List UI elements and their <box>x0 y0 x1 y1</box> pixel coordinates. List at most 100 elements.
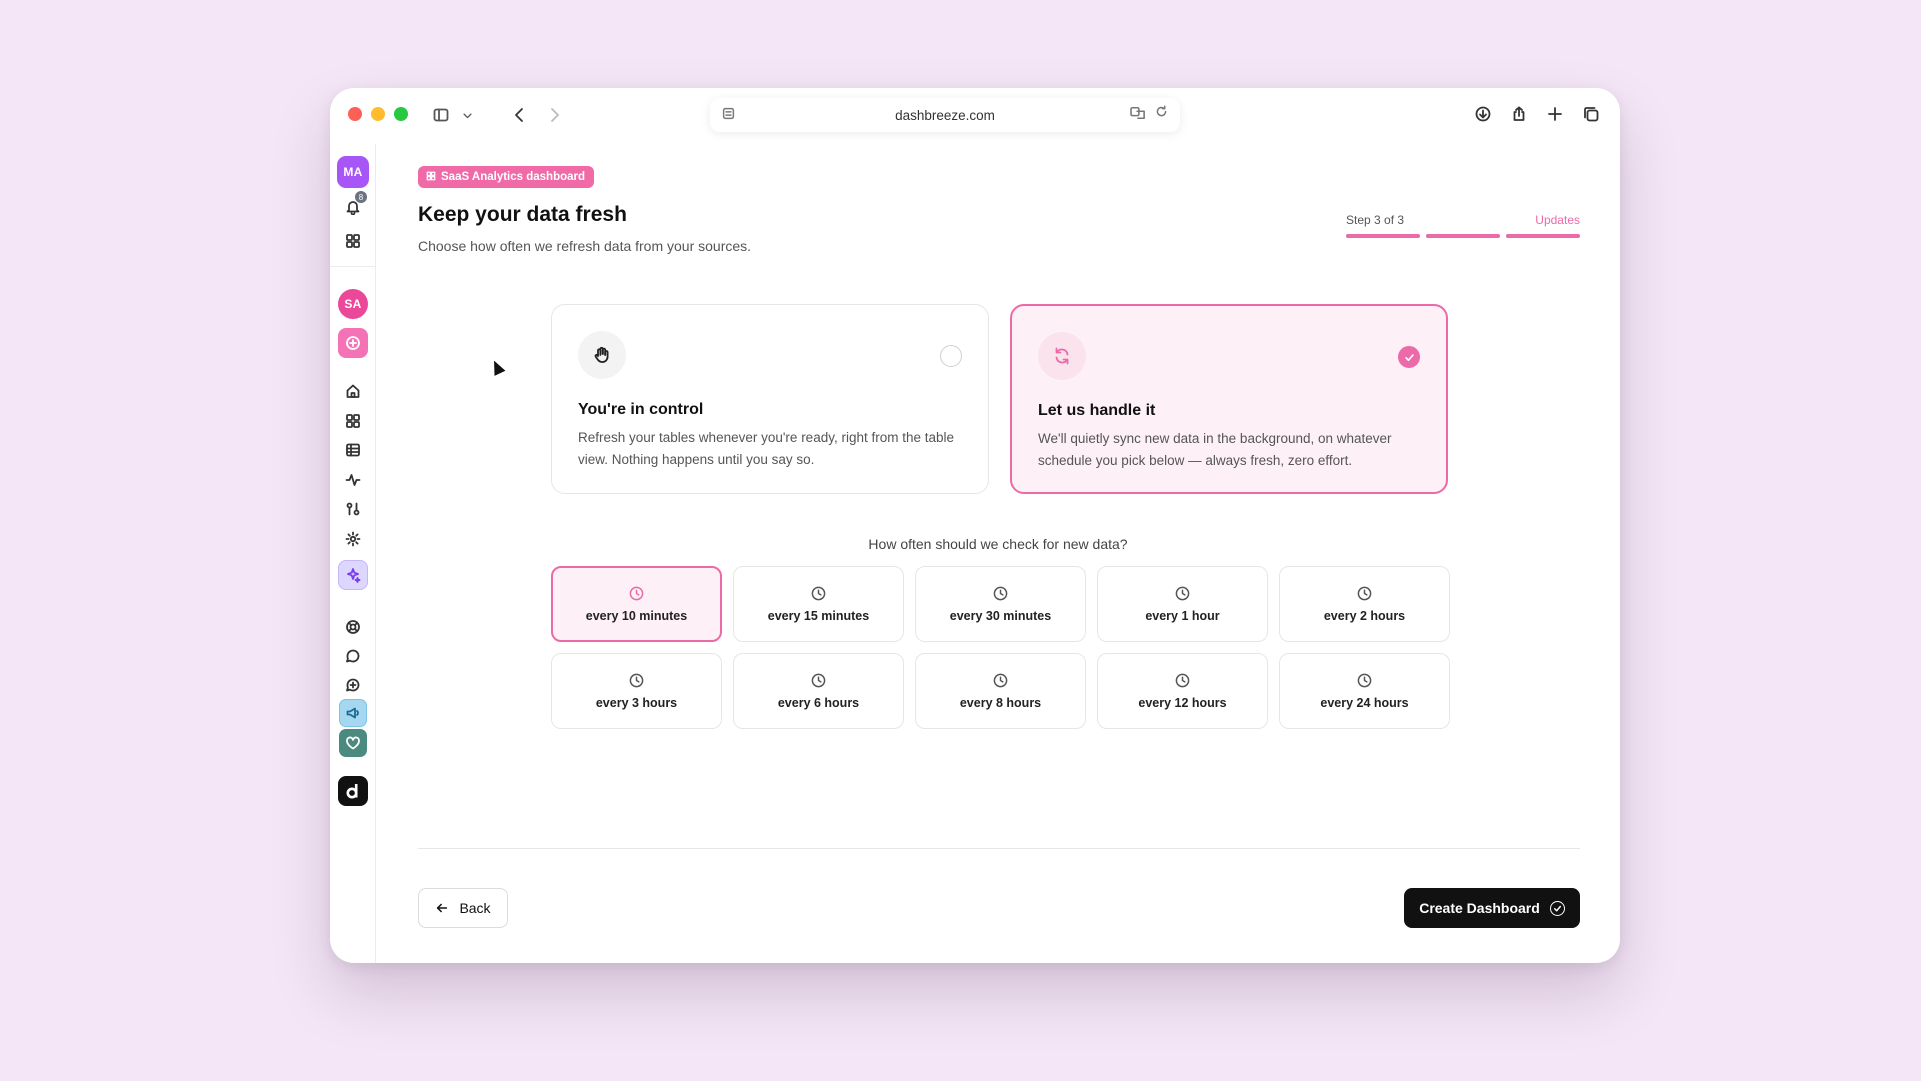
integrations-icon[interactable] <box>337 493 369 525</box>
frequency-option-label: every 10 minutes <box>585 608 688 623</box>
clock-icon <box>629 673 644 688</box>
frequency-option-label: every 2 hours <box>1323 608 1406 623</box>
clock-icon <box>1175 586 1190 601</box>
frequency-option[interactable]: every 24 hours <box>1279 653 1450 729</box>
clock-icon <box>629 586 644 601</box>
chevron-down-icon[interactable] <box>460 102 474 128</box>
browser-actions <box>1472 102 1602 126</box>
create-dashboard-label: Create Dashboard <box>1419 900 1540 916</box>
share-icon[interactable] <box>1508 102 1530 126</box>
browser-window: dashbreeze.com MA 8 SA SaaS Analytics da… <box>330 88 1620 963</box>
dashboard-name-tag: SaaS Analytics dashboard <box>418 166 595 188</box>
workspace-avatar[interactable]: SA <box>338 289 368 319</box>
manual-refresh-option[interactable]: You're in control Refresh your tables wh… <box>551 304 989 494</box>
clock-icon <box>1357 586 1372 601</box>
app-sidebar: MA 8 SA <box>330 144 376 963</box>
sidebar-toggle-icon[interactable] <box>428 102 454 128</box>
step-name: Updates <box>1535 213 1580 227</box>
minimize-window-button[interactable] <box>371 107 385 121</box>
chat-bubble-icon[interactable] <box>337 640 369 672</box>
create-dashboard-button[interactable]: Create Dashboard <box>1404 888 1580 928</box>
frequency-options: every 10 minutes every 15 minutes every … <box>551 566 1450 729</box>
frequency-option-label: every 24 hours <box>1320 695 1409 710</box>
dashboards-icon[interactable] <box>337 405 369 437</box>
close-window-button[interactable] <box>348 107 362 121</box>
check-icon <box>1404 353 1414 361</box>
feedback-add-icon[interactable] <box>337 669 369 701</box>
maximize-window-button[interactable] <box>394 107 408 121</box>
option-title: Let us handle it <box>1038 402 1156 419</box>
frequency-option[interactable]: every 2 hours <box>1279 566 1450 642</box>
frequency-option[interactable]: every 12 hours <box>1097 653 1268 729</box>
announcements-megaphone-icon[interactable] <box>339 699 367 727</box>
sidebar-divider <box>330 266 376 267</box>
step-bar-2 <box>1426 234 1500 238</box>
manual-refresh-radio[interactable] <box>940 345 962 367</box>
page-subtitle: Choose how often we refresh data from yo… <box>418 238 752 254</box>
frequency-option[interactable]: every 10 minutes <box>551 566 722 642</box>
clock-icon <box>993 673 1008 688</box>
user-avatar[interactable]: MA <box>337 156 369 188</box>
frequency-option[interactable]: every 30 minutes <box>915 566 1086 642</box>
tab-overview-icon[interactable] <box>1580 102 1602 126</box>
dashboard-name: SaaS Analytics dashboard <box>441 171 586 183</box>
frequency-option-label: every 1 hour <box>1145 608 1220 623</box>
back-button-label: Back <box>459 900 491 916</box>
auto-refresh-option[interactable]: Let us handle it We'll quietly sync new … <box>1010 304 1448 494</box>
url-text: dashbreeze.com <box>895 107 995 123</box>
forward-arrow-icon[interactable] <box>544 102 564 128</box>
step-bar-3 <box>1506 234 1580 238</box>
frequency-option-label: every 8 hours <box>959 695 1042 710</box>
reload-icon[interactable] <box>1155 105 1168 121</box>
notifications-bell-icon[interactable]: 8 <box>337 191 369 223</box>
notification-count-badge: 8 <box>355 191 367 203</box>
back-arrow-icon[interactable] <box>510 102 530 128</box>
step-progress <box>1346 234 1580 238</box>
frequency-option[interactable]: every 6 hours <box>733 653 904 729</box>
frequency-option-label: every 15 minutes <box>767 608 870 623</box>
download-icon[interactable] <box>1472 102 1494 126</box>
frequency-option-label: every 6 hours <box>777 695 860 710</box>
page-title: Keep your data fresh <box>418 203 627 226</box>
arrow-left-icon <box>437 903 448 913</box>
option-description: We'll quietly sync new data in the backg… <box>1038 431 1392 468</box>
frequency-option[interactable]: every 3 hours <box>551 653 722 729</box>
hand-icon <box>578 331 626 379</box>
activity-icon[interactable] <box>337 464 369 496</box>
frequency-option-label: every 12 hours <box>1138 695 1227 710</box>
new-tab-icon[interactable] <box>1544 102 1566 126</box>
translate-icon[interactable] <box>1130 106 1146 123</box>
frequency-option-label: every 3 hours <box>595 695 678 710</box>
help-lifebuoy-icon[interactable] <box>337 611 369 643</box>
table-icon[interactable] <box>337 434 369 466</box>
address-bar[interactable]: dashbreeze.com <box>710 98 1180 132</box>
auto-refresh-radio[interactable] <box>1398 346 1420 368</box>
dashboard-grid-icon <box>426 171 436 184</box>
page-settings-icon[interactable] <box>722 107 736 121</box>
clock-icon <box>811 586 826 601</box>
frequency-option[interactable]: every 8 hours <box>915 653 1086 729</box>
dashbreeze-logo[interactable] <box>338 776 368 806</box>
window-controls <box>348 107 408 121</box>
footer-divider <box>418 848 1580 849</box>
clock-icon <box>1175 673 1190 688</box>
step-bar-1 <box>1346 234 1420 238</box>
frequency-option[interactable]: every 1 hour <box>1097 566 1268 642</box>
refresh-icon <box>1038 332 1086 380</box>
step-indicator: Step 3 of 3 <box>1346 213 1405 227</box>
browser-toolbar: dashbreeze.com <box>330 88 1620 144</box>
check-circle-icon <box>1549 900 1565 916</box>
apps-grid-icon[interactable] <box>337 225 369 257</box>
clock-icon <box>811 673 826 688</box>
favorites-heart-icon[interactable] <box>339 729 367 757</box>
frequency-question: How often should we check for new data? <box>868 536 1128 552</box>
clock-icon <box>1357 673 1372 688</box>
option-title: You're in control <box>578 401 704 418</box>
ai-sparkle-button[interactable] <box>338 560 368 590</box>
back-button[interactable]: Back <box>418 888 508 928</box>
frequency-option-label: every 30 minutes <box>949 608 1052 623</box>
clock-icon <box>993 586 1008 601</box>
frequency-option[interactable]: every 15 minutes <box>733 566 904 642</box>
home-icon[interactable] <box>337 375 369 407</box>
add-dashboard-button[interactable] <box>338 328 368 358</box>
